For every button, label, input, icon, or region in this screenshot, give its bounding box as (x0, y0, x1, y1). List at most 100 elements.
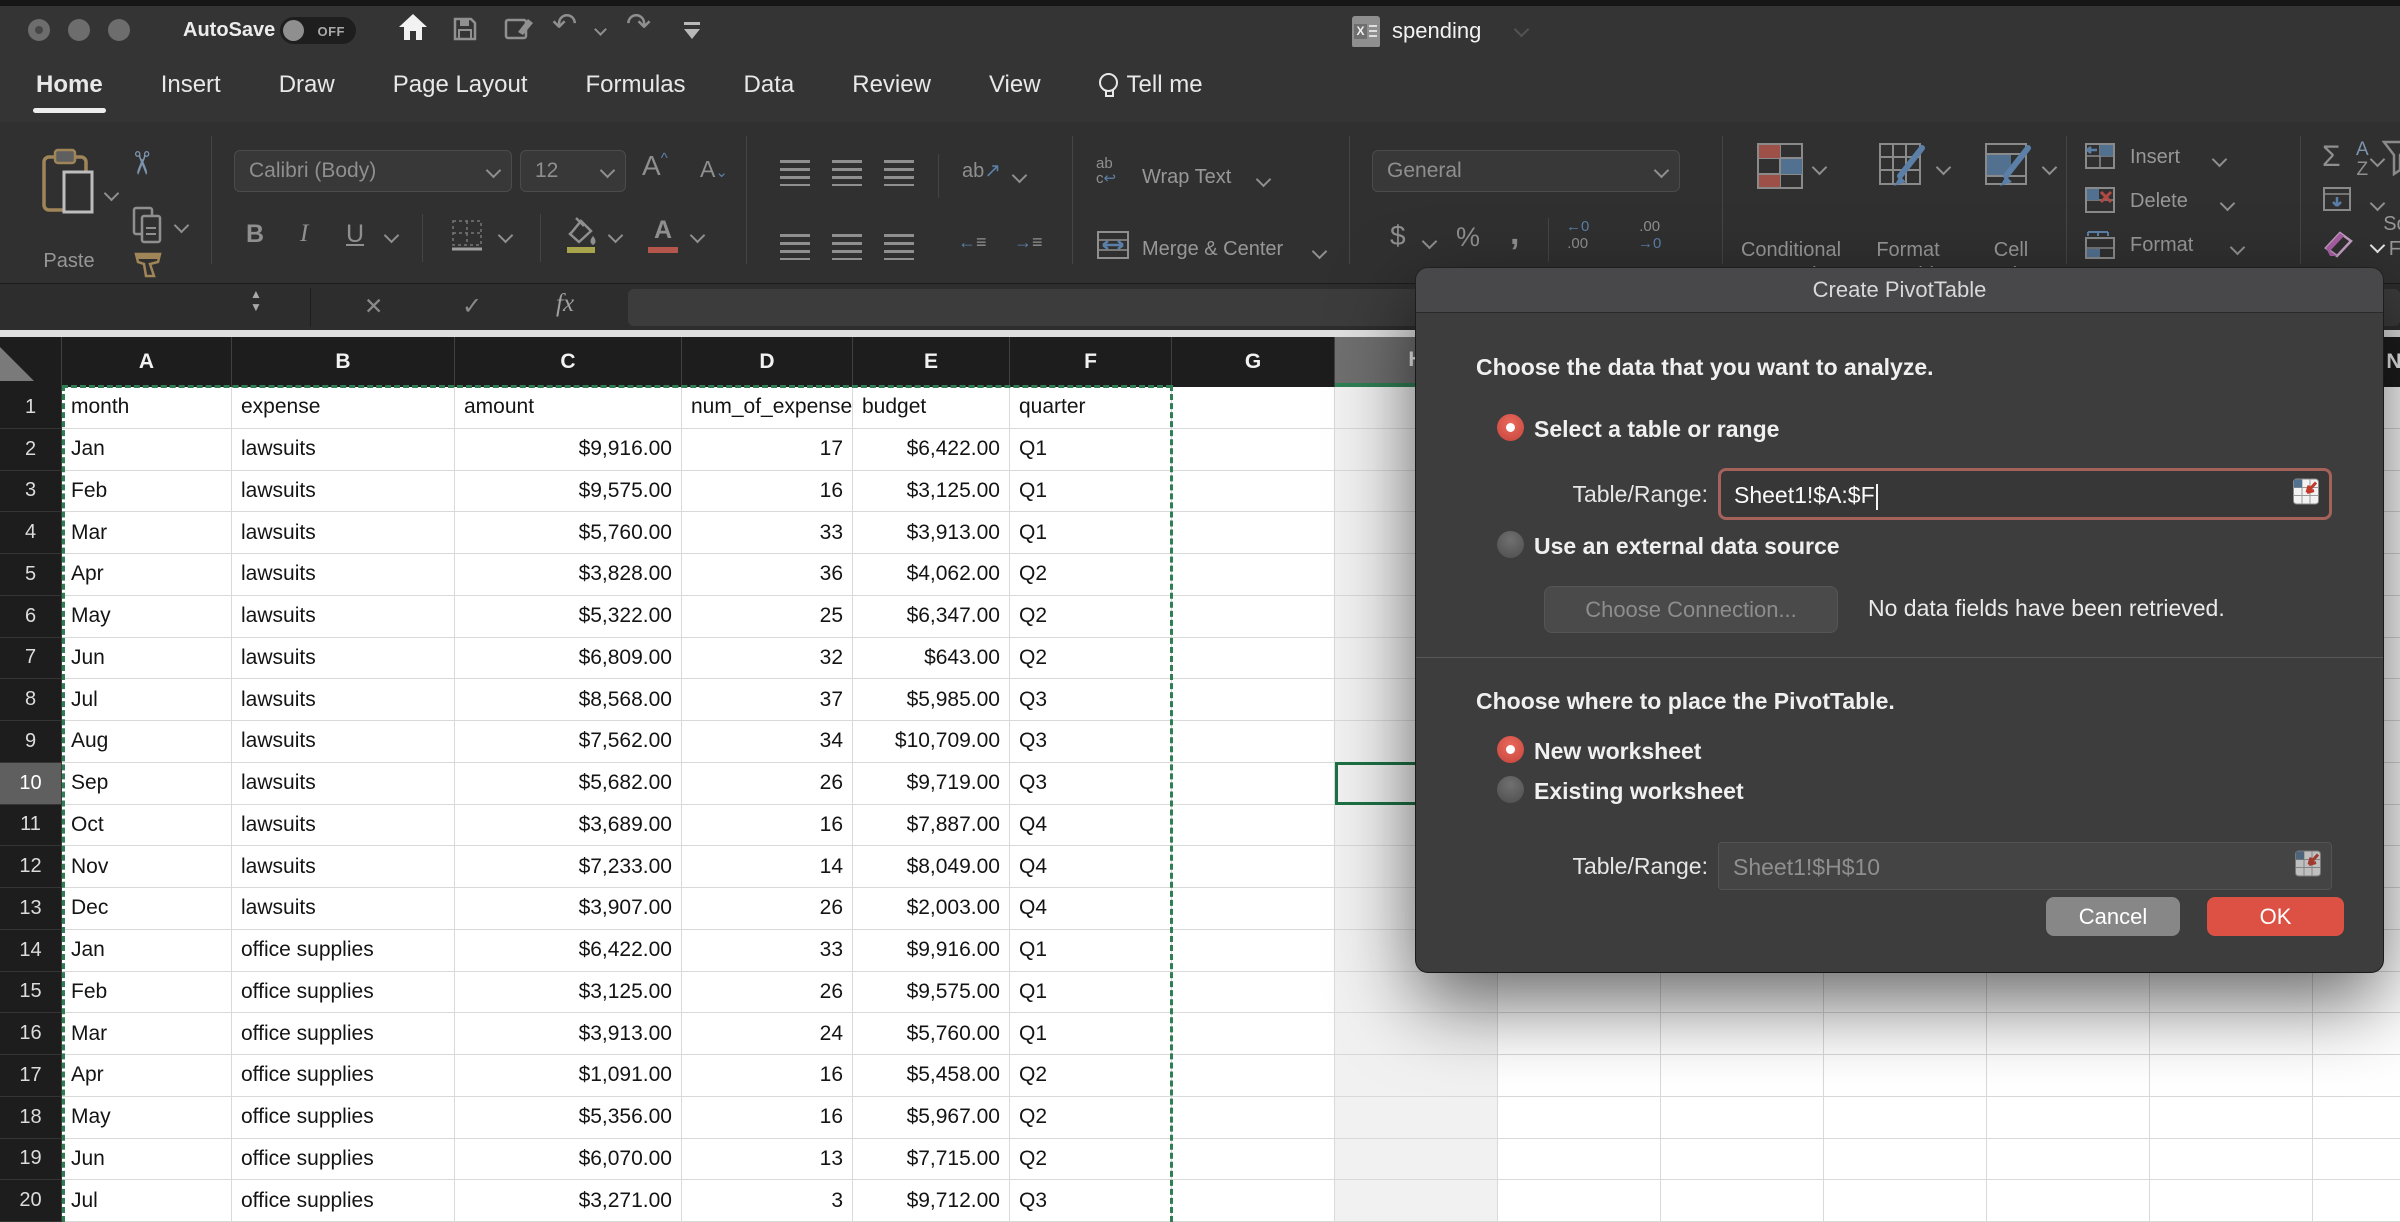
tab-review[interactable]: Review (852, 71, 931, 99)
format-cells-icon[interactable] (2084, 230, 2116, 265)
insert-chevron-icon[interactable] (2212, 152, 2228, 168)
cell-B15[interactable]: office supplies (232, 972, 455, 1014)
cell-E8[interactable]: $5,985.00 (853, 679, 1010, 721)
cell-D12[interactable]: 14 (682, 846, 853, 888)
cell-G12[interactable] (1172, 846, 1335, 888)
cell-G6[interactable] (1172, 596, 1335, 638)
minimize-window-button[interactable] (68, 19, 90, 41)
row-header-20[interactable]: 20 (0, 1180, 62, 1222)
cell-styles-icon[interactable] (1984, 142, 2034, 195)
cell-D2[interactable]: 17 (682, 429, 853, 471)
cell-G9[interactable] (1172, 721, 1335, 763)
cell-C16[interactable]: $3,913.00 (455, 1013, 682, 1055)
cell-H17[interactable] (1335, 1055, 1498, 1097)
cell-F8[interactable]: Q3 (1010, 679, 1172, 721)
cell-L15[interactable] (1987, 972, 2150, 1014)
paste-label[interactable]: Paste (30, 250, 108, 273)
tab-draw[interactable]: Draw (279, 71, 335, 99)
row-header-7[interactable]: 7 (0, 638, 62, 680)
cell-H15[interactable] (1335, 972, 1498, 1014)
currency-chevron-icon[interactable] (1422, 234, 1438, 250)
cell-H18[interactable] (1335, 1097, 1498, 1139)
cancel-entry-icon[interactable]: ✕ (364, 293, 383, 320)
cell-J20[interactable] (1661, 1180, 1824, 1222)
row-header-17[interactable]: 17 (0, 1055, 62, 1097)
cell-A7[interactable]: Jun (62, 638, 232, 680)
borders-chevron-icon[interactable] (498, 228, 514, 244)
row-header-10[interactable]: 10 (0, 763, 62, 805)
cell-D17[interactable]: 16 (682, 1055, 853, 1097)
cell-A14[interactable]: Jan (62, 930, 232, 972)
cell-L19[interactable] (1987, 1139, 2150, 1181)
cell-N15[interactable] (2313, 972, 2400, 1014)
cell-G3[interactable] (1172, 471, 1335, 513)
grow-font-icon[interactable]: A^ (642, 150, 668, 182)
cell-B16[interactable]: office supplies (232, 1013, 455, 1055)
existing-worksheet-radio[interactable] (1497, 776, 1524, 803)
cell-D8[interactable]: 37 (682, 679, 853, 721)
paste-chevron-icon[interactable] (104, 186, 120, 202)
cell-E9[interactable]: $10,709.00 (853, 721, 1010, 763)
cell-C13[interactable]: $3,907.00 (455, 888, 682, 930)
cell-G15[interactable] (1172, 972, 1335, 1014)
external-source-radio[interactable] (1497, 531, 1524, 558)
cell-F9[interactable]: Q3 (1010, 721, 1172, 763)
select-table-radio[interactable] (1497, 414, 1524, 441)
range-picker-icon[interactable] (2294, 850, 2322, 883)
cell-J19[interactable] (1661, 1139, 1824, 1181)
cell-D5[interactable]: 36 (682, 554, 853, 596)
cell-G20[interactable] (1172, 1180, 1335, 1222)
conditional-formatting-icon[interactable] (1756, 142, 1804, 195)
cancel-button[interactable]: Cancel (2046, 897, 2180, 936)
cell-A4[interactable]: Mar (62, 512, 232, 554)
cell-B17[interactable]: office supplies (232, 1055, 455, 1097)
align-bottom-icon[interactable] (884, 160, 914, 186)
cell-F20[interactable]: Q3 (1010, 1180, 1172, 1222)
cell-F11[interactable]: Q4 (1010, 805, 1172, 847)
cell-B7[interactable]: lawsuits (232, 638, 455, 680)
cell-A12[interactable]: Nov (62, 846, 232, 888)
cell-D6[interactable]: 25 (682, 596, 853, 638)
tab-tell-me[interactable]: Tell me (1099, 71, 1203, 99)
cell-N20[interactable] (2313, 1180, 2400, 1222)
existing-worksheet-radio-label[interactable]: Existing worksheet (1534, 778, 1744, 805)
fx-icon[interactable]: fx (556, 290, 574, 318)
cell-F10[interactable]: Q3 (1010, 763, 1172, 805)
cell-K16[interactable] (1824, 1013, 1987, 1055)
cell-B1[interactable]: expense (232, 387, 455, 429)
number-format-select[interactable]: General (1372, 150, 1680, 192)
copy-icon[interactable] (132, 206, 166, 251)
cell-F18[interactable]: Q2 (1010, 1097, 1172, 1139)
format-painter-icon[interactable] (132, 252, 164, 283)
cell-M18[interactable] (2150, 1097, 2313, 1139)
cell-C10[interactable]: $5,682.00 (455, 763, 682, 805)
row-header-6[interactable]: 6 (0, 596, 62, 638)
cell-C15[interactable]: $3,125.00 (455, 972, 682, 1014)
row-header-4[interactable]: 4 (0, 512, 62, 554)
italic-icon[interactable]: I (300, 220, 308, 248)
bold-icon[interactable]: B (246, 220, 264, 249)
cell-B4[interactable]: lawsuits (232, 512, 455, 554)
cell-G2[interactable] (1172, 429, 1335, 471)
row-header-14[interactable]: 14 (0, 930, 62, 972)
cell-C8[interactable]: $8,568.00 (455, 679, 682, 721)
font-size-select[interactable]: 12 (520, 150, 626, 192)
align-right-icon[interactable] (884, 234, 914, 260)
cell-K19[interactable] (1824, 1139, 1987, 1181)
cell-F3[interactable]: Q1 (1010, 471, 1172, 513)
cell-D7[interactable]: 32 (682, 638, 853, 680)
row-header-8[interactable]: 8 (0, 679, 62, 721)
cell-D13[interactable]: 26 (682, 888, 853, 930)
existing-range-input[interactable]: Sheet1!$H$10 (1718, 842, 2332, 890)
row-header-12[interactable]: 12 (0, 846, 62, 888)
dialog-title[interactable]: Create PivotTable (1416, 268, 2383, 313)
select-all-corner[interactable] (0, 337, 62, 387)
cell-B11[interactable]: lawsuits (232, 805, 455, 847)
conditional-formatting-chevron-icon[interactable] (1812, 160, 1828, 176)
orientation-icon[interactable]: ab↗ (962, 158, 1001, 183)
cell-K20[interactable] (1824, 1180, 1987, 1222)
cell-D3[interactable]: 16 (682, 471, 853, 513)
column-header-D[interactable]: D (682, 337, 853, 387)
tab-view[interactable]: View (989, 71, 1041, 99)
cell-I18[interactable] (1498, 1097, 1661, 1139)
